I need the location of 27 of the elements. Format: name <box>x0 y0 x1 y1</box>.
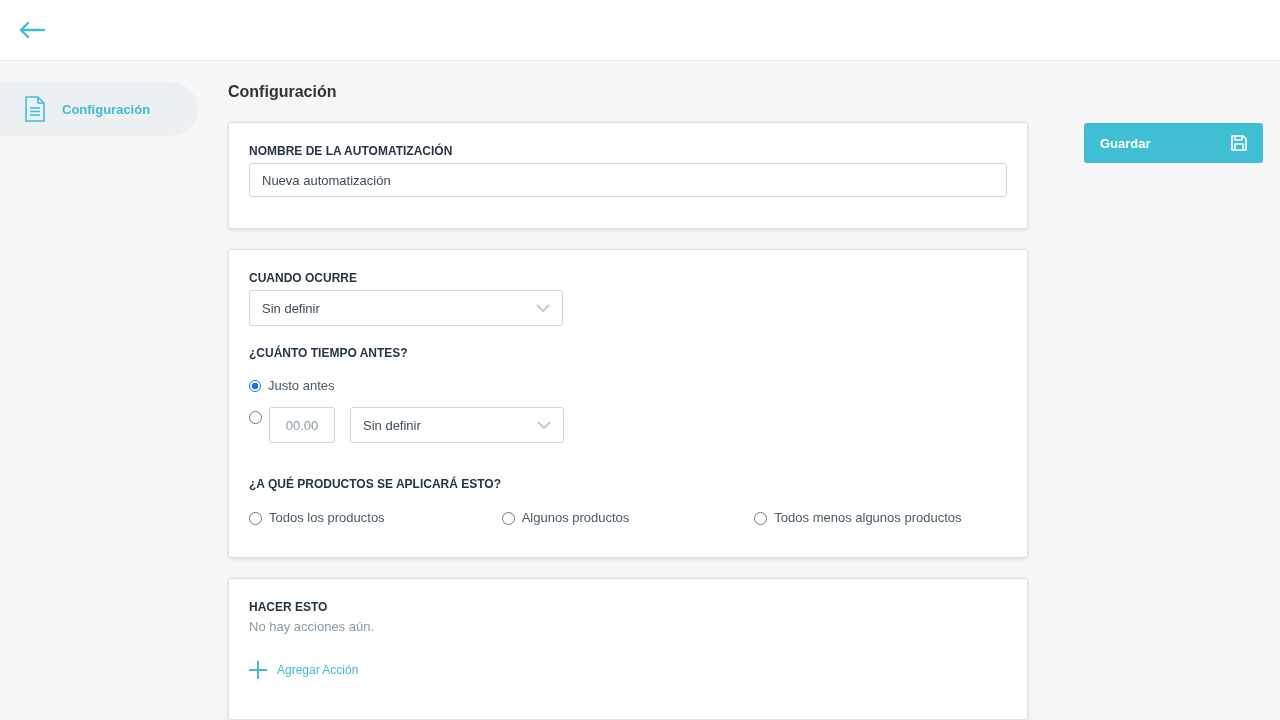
trigger-dropdown[interactable]: Sin definir <box>249 290 563 326</box>
radio-button[interactable] <box>249 380 261 392</box>
radio-label: Justo antes <box>268 378 335 394</box>
name-input[interactable]: Nueva automatización <box>249 163 1007 197</box>
radio-button[interactable] <box>754 511 768 525</box>
radio-button[interactable] <box>249 511 262 525</box>
chevron-down-icon <box>536 304 550 312</box>
radio-label: Todos los productos <box>269 510 385 526</box>
radio-label: Todos menos algunos productos <box>774 510 962 526</box>
amount-input[interactable]: 00.00 <box>269 407 335 443</box>
document-icon <box>24 96 46 122</box>
field-label: NOMBRE DE LA AUTOMATIZACIÓN <box>249 144 454 158</box>
chevron-down-icon <box>537 421 551 429</box>
plus-icon <box>249 661 267 679</box>
empty-message: No hay acciones aún. <box>249 619 376 635</box>
radio-button[interactable] <box>501 511 515 525</box>
page-title: Configuración <box>228 82 338 102</box>
radio-button[interactable] <box>249 411 262 424</box>
back-button[interactable] <box>19 22 45 38</box>
field-label: ¿A QUÉ PRODUCTOS SE APLICARÁ ESTO? <box>249 477 503 491</box>
radio-label: Algunos productos <box>521 510 630 526</box>
unit-dropdown[interactable]: Sin definir <box>350 407 564 443</box>
field-label: ¿CUÁNTO TIEMPO ANTES? <box>249 346 409 360</box>
field-label: CUANDO OCURRE <box>249 271 358 285</box>
field-label: HACER ESTO <box>249 600 329 614</box>
floppy-disk-icon <box>1231 135 1247 151</box>
back-arrow-icon <box>19 22 45 38</box>
